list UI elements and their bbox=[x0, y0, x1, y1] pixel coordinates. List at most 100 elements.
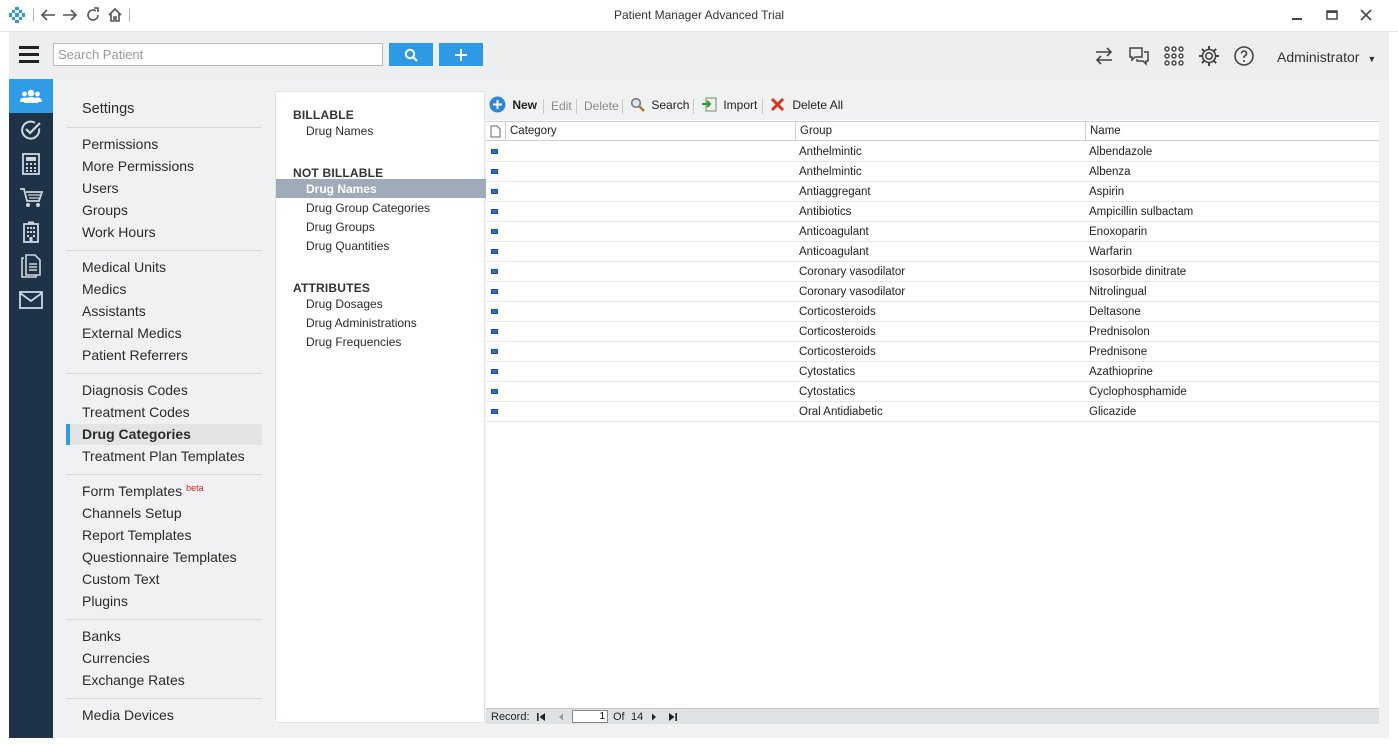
rail-shop[interactable] bbox=[9, 181, 53, 215]
row-indicator-icon bbox=[491, 149, 498, 154]
next-record-icon[interactable] bbox=[649, 712, 659, 722]
new-button[interactable]: New bbox=[489, 96, 537, 113]
rail-tasks[interactable] bbox=[9, 113, 53, 147]
record-number-input[interactable] bbox=[572, 710, 608, 723]
cell-group: Anthelmintic bbox=[799, 166, 862, 178]
close-icon[interactable] bbox=[1359, 8, 1373, 22]
delete-all-label: Delete All bbox=[792, 97, 844, 112]
settings-item-work-hours[interactable]: Work Hours bbox=[82, 224, 156, 240]
menu-icon[interactable] bbox=[19, 46, 39, 64]
column-header-group[interactable]: Group bbox=[800, 125, 832, 137]
subnav-billable-drug-names[interactable]: Drug Names bbox=[306, 124, 373, 138]
settings-item-assistants[interactable]: Assistants bbox=[82, 303, 146, 319]
new-label: New bbox=[512, 97, 538, 112]
settings-item-custom-text[interactable]: Custom Text bbox=[82, 571, 160, 587]
separator bbox=[693, 99, 694, 114]
cell-group: Coronary vasodilator bbox=[799, 266, 906, 278]
column-header-category[interactable]: Category bbox=[510, 125, 557, 137]
settings-item-medical-units[interactable]: Medical Units bbox=[82, 259, 166, 275]
separator bbox=[543, 99, 544, 114]
settings-item-exchange-rates[interactable]: Exchange Rates bbox=[82, 672, 185, 688]
import-button[interactable]: Import bbox=[701, 97, 757, 112]
settings-item-drug-categories[interactable]: Drug Categories bbox=[82, 426, 191, 442]
settings-item-questionnaire-templates[interactable]: Questionnaire Templates bbox=[82, 549, 237, 565]
first-record-icon[interactable] bbox=[536, 712, 546, 722]
drug-categories-subnav: BILLABLE Drug Names NOT BILLABLE Drug Na… bbox=[275, 91, 486, 723]
table-row[interactable]: Antibiotics Ampicillin sulbactam bbox=[486, 202, 1379, 222]
user-menu[interactable]: Administrator ▼ bbox=[1277, 49, 1376, 65]
settings-item-banks[interactable]: Banks bbox=[82, 628, 121, 644]
delete-all-button[interactable]: Delete All bbox=[770, 97, 843, 112]
table-row[interactable]: Anthelmintic Albendazole bbox=[486, 142, 1379, 162]
table-row[interactable]: Anticoagulant Warfarin bbox=[486, 242, 1379, 262]
beta-badge: beta bbox=[186, 483, 204, 493]
cell-group: Cytostatics bbox=[799, 386, 856, 398]
settings-item-form-templates[interactable]: Form Templates beta bbox=[82, 483, 204, 499]
section-not-billable: NOT BILLABLE bbox=[293, 166, 384, 180]
subnav-drug-names[interactable]: Drug Names bbox=[306, 182, 377, 196]
column-header-name[interactable]: Name bbox=[1090, 125, 1121, 137]
cell-group: Corticosteroids bbox=[799, 306, 876, 318]
settings-item-more-permissions[interactable]: More Permissions bbox=[82, 158, 194, 174]
rail-billing[interactable] bbox=[9, 147, 53, 181]
subnav-drug-dosages[interactable]: Drug Dosages bbox=[306, 297, 383, 311]
delete-button[interactable]: Delete bbox=[584, 99, 619, 113]
table-row[interactable]: Corticosteroids Prednisone bbox=[486, 342, 1379, 362]
previous-record-icon[interactable] bbox=[556, 712, 566, 722]
cell-name: Prednisolon bbox=[1089, 326, 1150, 338]
gear-icon[interactable] bbox=[1197, 44, 1221, 68]
column-separator bbox=[505, 122, 506, 141]
subnav-drug-group-categories[interactable]: Drug Group Categories bbox=[306, 201, 430, 215]
settings-item-media-devices[interactable]: Media Devices bbox=[82, 707, 174, 723]
table-row[interactable]: Cytostatics Azathioprine bbox=[486, 362, 1379, 382]
table-row[interactable]: Anticoagulant Enoxoparin bbox=[486, 222, 1379, 242]
rail-documents[interactable] bbox=[9, 249, 53, 283]
add-patient-button[interactable] bbox=[439, 43, 483, 66]
subnav-drug-quantities[interactable]: Drug Quantities bbox=[306, 239, 389, 253]
help-icon[interactable] bbox=[1232, 44, 1256, 68]
table-row[interactable]: Anthelmintic Albenza bbox=[486, 162, 1379, 182]
search-input[interactable] bbox=[53, 43, 383, 66]
settings-item-users[interactable]: Users bbox=[82, 180, 119, 196]
search-button[interactable] bbox=[389, 43, 433, 66]
table-row[interactable]: Antiaggregant Aspirin bbox=[486, 182, 1379, 202]
settings-item-external-medics[interactable]: External Medics bbox=[82, 325, 182, 341]
subnav-drug-frequencies[interactable]: Drug Frequencies bbox=[306, 335, 401, 349]
rail-users[interactable] bbox=[9, 79, 53, 113]
record-label: Record: bbox=[491, 711, 530, 723]
maximize-icon[interactable] bbox=[1325, 8, 1339, 22]
table-row[interactable]: Corticosteroids Deltasone bbox=[486, 302, 1379, 322]
settings-item-permissions[interactable]: Permissions bbox=[82, 136, 158, 152]
apps-grid-icon[interactable] bbox=[1162, 44, 1186, 68]
import-icon bbox=[702, 97, 717, 112]
settings-item-diagnosis-codes[interactable]: Diagnosis Codes bbox=[82, 382, 188, 398]
separator bbox=[622, 99, 623, 114]
settings-item-treatment-plan-templates[interactable]: Treatment Plan Templates bbox=[82, 448, 245, 464]
table-row[interactable]: Coronary vasodilator Nitrolingual bbox=[486, 282, 1379, 302]
section-attributes: ATTRIBUTES bbox=[293, 281, 371, 295]
settings-item-plugins[interactable]: Plugins bbox=[82, 593, 128, 609]
last-record-icon[interactable] bbox=[668, 712, 678, 722]
minimize-icon[interactable] bbox=[1290, 8, 1304, 22]
rail-mail[interactable] bbox=[9, 283, 53, 317]
subnav-drug-administrations[interactable]: Drug Administrations bbox=[306, 316, 417, 330]
table-row[interactable]: Cytostatics Cyclophosphamide bbox=[486, 382, 1379, 402]
edit-button[interactable]: Edit bbox=[551, 99, 572, 113]
subnav-drug-groups[interactable]: Drug Groups bbox=[306, 220, 375, 234]
transfer-icon[interactable] bbox=[1092, 44, 1116, 68]
settings-item-channels-setup[interactable]: Channels Setup bbox=[82, 505, 182, 521]
settings-item-currencies[interactable]: Currencies bbox=[82, 650, 150, 666]
chat-icon[interactable] bbox=[1127, 44, 1151, 68]
settings-item-treatment-codes[interactable]: Treatment Codes bbox=[82, 404, 190, 420]
settings-item-medics[interactable]: Medics bbox=[82, 281, 126, 297]
row-indicator-icon bbox=[491, 289, 498, 294]
settings-item-report-templates[interactable]: Report Templates bbox=[82, 527, 191, 543]
table-row[interactable]: Coronary vasodilator Isosorbide dinitrate bbox=[486, 262, 1379, 282]
settings-item-groups[interactable]: Groups bbox=[82, 202, 128, 218]
table-row[interactable]: Corticosteroids Prednisolon bbox=[486, 322, 1379, 342]
table-row[interactable]: Oral Antidiabetic Glicazide bbox=[486, 402, 1379, 422]
search-grid-button[interactable]: Search bbox=[630, 97, 689, 113]
grid-header: Category Group Name bbox=[486, 121, 1379, 141]
settings-item-patient-referrers[interactable]: Patient Referrers bbox=[82, 347, 188, 363]
rail-facility[interactable] bbox=[9, 215, 53, 249]
